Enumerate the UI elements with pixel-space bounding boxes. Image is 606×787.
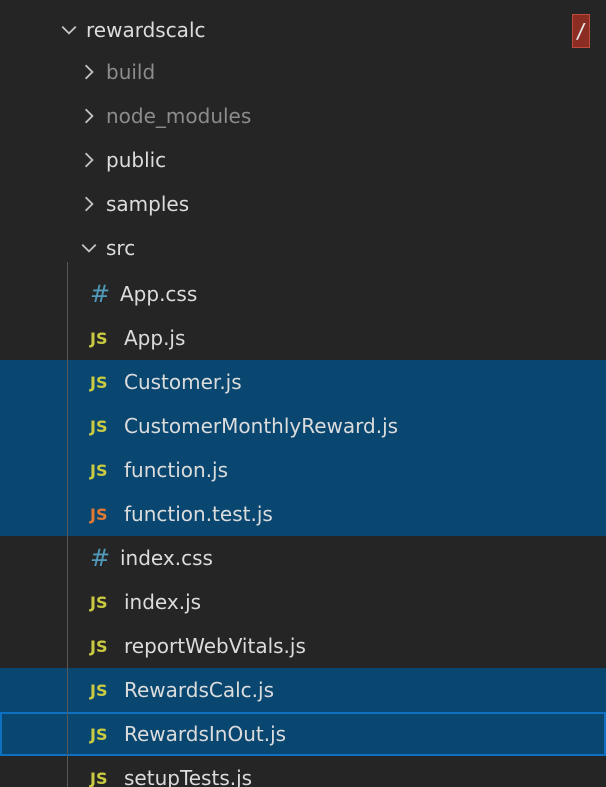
tree-item-file-index-css[interactable]: # index.css (0, 536, 606, 580)
folder-label: build (106, 60, 156, 84)
chevron-right-icon (78, 149, 100, 171)
tree-item-folder-node-modules[interactable]: node_modules (0, 94, 606, 138)
status-badge: / (572, 14, 590, 48)
chevron-right-icon (78, 193, 100, 215)
tree-item-file-report-web-vitals-js[interactable]: JS reportWebVitals.js (0, 624, 606, 668)
js-icon: JS (90, 768, 108, 787)
tree-item-folder-public[interactable]: public (0, 138, 606, 182)
tree-item-file-function-test-js[interactable]: JS function.test.js (0, 492, 606, 536)
chevron-down-icon (58, 19, 80, 41)
chevron-right-icon (78, 61, 100, 83)
js-icon: JS (90, 724, 108, 744)
js-icon: JS (90, 328, 108, 348)
file-label: Customer.js (124, 370, 242, 394)
js-icon: JS (90, 460, 108, 480)
js-icon: JS (90, 680, 108, 700)
file-label: CustomerMonthlyReward.js (124, 414, 399, 438)
tree-item-file-setup-tests-js[interactable]: JS setupTests.js (0, 756, 606, 787)
css-hash-icon: # (90, 544, 111, 572)
chevron-down-icon (78, 237, 100, 259)
js-test-icon: JS (90, 504, 108, 524)
file-label: reportWebVitals.js (124, 634, 306, 658)
file-label: function.test.js (124, 502, 273, 526)
tree-item-root-folder[interactable]: rewardscalc (0, 8, 606, 52)
js-icon: JS (90, 636, 108, 656)
tree-item-file-customer-js[interactable]: JS Customer.js (0, 360, 606, 404)
tree-item-file-index-js[interactable]: JS index.js (0, 580, 606, 624)
file-label: index.js (124, 590, 202, 614)
tree-item-file-customer-monthly-reward-js[interactable]: JS CustomerMonthlyReward.js (0, 404, 606, 448)
tree-item-folder-samples[interactable]: samples (0, 182, 606, 226)
file-label: RewardsCalc.js (124, 678, 275, 702)
tree-item-folder-build[interactable]: build (0, 50, 606, 94)
tree-item-file-rewards-calc-js[interactable]: JS RewardsCalc.js (0, 668, 606, 712)
js-icon: JS (90, 416, 108, 436)
folder-label: node_modules (106, 104, 252, 128)
js-icon: JS (90, 372, 108, 392)
file-label: App.js (124, 326, 186, 350)
file-explorer-tree: rewardscalc / build node_modules public … (0, 0, 606, 787)
folder-label: samples (106, 192, 190, 216)
css-hash-icon: # (90, 280, 111, 308)
tree-item-file-rewards-in-out-js[interactable]: JS RewardsInOut.js (0, 712, 606, 756)
file-label: RewardsInOut.js (124, 722, 287, 746)
file-label: function.js (124, 458, 229, 482)
chevron-right-icon (78, 105, 100, 127)
file-label: setupTests.js (124, 766, 253, 787)
folder-label: public (106, 148, 167, 172)
tree-item-file-function-js[interactable]: JS function.js (0, 448, 606, 492)
tree-item-file-app-css[interactable]: # App.css (0, 272, 606, 316)
indent-guide (67, 262, 68, 787)
folder-label: rewardscalc (86, 18, 206, 42)
folder-label: src (106, 236, 136, 260)
tree-item-file-app-js[interactable]: JS App.js (0, 316, 606, 360)
file-label: index.css (120, 546, 213, 570)
tree-item-folder-src[interactable]: src (0, 226, 606, 270)
file-label: App.css (120, 282, 198, 306)
js-icon: JS (90, 592, 108, 612)
